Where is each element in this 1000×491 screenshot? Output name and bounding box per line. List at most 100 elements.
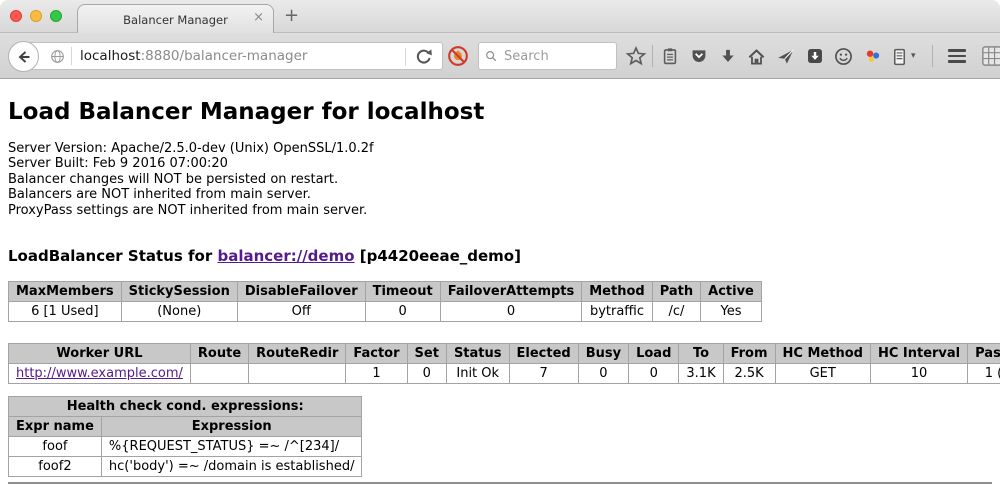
table-cell: 1 bbox=[346, 364, 407, 384]
worker-row: http://www.example.com/ 1 0 Init Ok 7 0 … bbox=[9, 364, 1000, 384]
reload-button[interactable] bbox=[414, 47, 433, 66]
download-box-icon[interactable] bbox=[800, 33, 829, 79]
clipboard-icon[interactable] bbox=[655, 33, 684, 79]
table-cell bbox=[249, 364, 346, 384]
url-reload-divider bbox=[405, 48, 406, 66]
battery-icon[interactable] bbox=[887, 33, 911, 79]
send-icon[interactable] bbox=[771, 33, 800, 79]
expr-name-cell: foof bbox=[9, 437, 102, 457]
tab-title: Balancer Manager bbox=[123, 13, 228, 27]
health-table-title: Health check cond. expressions: bbox=[9, 397, 362, 417]
tab-close-icon[interactable]: × bbox=[253, 11, 264, 24]
pocket-icon[interactable] bbox=[684, 33, 713, 79]
table-header-row: Expr name Expression bbox=[9, 417, 362, 437]
column-header: Active bbox=[701, 282, 762, 302]
new-tab-button[interactable]: + bbox=[284, 5, 299, 26]
search-field bbox=[478, 42, 617, 70]
table-cell: 1 (0) bbox=[968, 364, 1000, 384]
table-title-row: Health check cond. expressions: bbox=[9, 397, 362, 417]
status-heading-suffix: [p4420eeae_demo] bbox=[355, 247, 521, 265]
column-header: FailoverAttempts bbox=[440, 282, 582, 302]
expr-name-cell: foof2 bbox=[9, 457, 102, 477]
column-header: Factor bbox=[346, 344, 407, 364]
url-input[interactable]: localhost:8880/balancer-manager bbox=[23, 42, 443, 70]
minimize-window-button[interactable] bbox=[30, 10, 42, 22]
globe-icon bbox=[50, 49, 65, 64]
table-cell: Yes bbox=[701, 302, 762, 322]
download-icon[interactable] bbox=[713, 33, 742, 79]
table-row: foof2 hc('body') =~ /domain is establish… bbox=[9, 457, 362, 477]
table-row: 6 [1 Used] (None) Off 0 0 bytraffic /c/ … bbox=[9, 302, 762, 322]
smiley-icon[interactable] bbox=[829, 33, 858, 79]
column-header: Set bbox=[407, 344, 446, 364]
bottom-divider bbox=[8, 482, 992, 484]
table-cell: GET bbox=[775, 364, 870, 384]
column-header: Busy bbox=[578, 344, 628, 364]
column-header: MaxMembers bbox=[9, 282, 122, 302]
server-info: Server Version: Apache/2.5.0-dev (Unix) … bbox=[8, 141, 992, 218]
close-window-button[interactable] bbox=[10, 10, 22, 22]
column-header: Path bbox=[652, 282, 700, 302]
health-check-table: Health check cond. expressions: Expr nam… bbox=[8, 396, 362, 477]
table-cell: 2.5K bbox=[723, 364, 775, 384]
toolbar-divider bbox=[652, 45, 653, 67]
balancers-notice-line: Balancers are NOT inherited from main se… bbox=[8, 187, 992, 202]
flashblock-icon[interactable] bbox=[447, 45, 469, 67]
table-row: foof %{REQUEST_STATUS} =~ /^[234]/ bbox=[9, 437, 362, 457]
search-input[interactable] bbox=[502, 48, 610, 65]
table-cell: /c/ bbox=[652, 302, 700, 322]
balancer-demo-link[interactable]: balancer://demo bbox=[217, 247, 354, 265]
url-path: :8880/balancer-manager bbox=[141, 48, 308, 64]
column-header: Load bbox=[629, 344, 679, 364]
tab-bar: Balancer Manager × + bbox=[0, 0, 1000, 33]
status-heading-prefix: LoadBalancer Status for bbox=[8, 247, 217, 265]
back-button[interactable] bbox=[8, 41, 39, 72]
column-header: To bbox=[679, 344, 723, 364]
page-content: Load Balancer Manager for localhost Serv… bbox=[0, 99, 1000, 484]
back-arrow-icon bbox=[15, 48, 33, 66]
status-heading: LoadBalancer Status for balancer://demo … bbox=[8, 247, 992, 265]
column-header: RouteRedir bbox=[249, 344, 346, 364]
menu-icon[interactable] bbox=[942, 33, 971, 79]
url-divider bbox=[71, 47, 72, 65]
column-header: Method bbox=[582, 282, 652, 302]
table-cell: (None) bbox=[121, 302, 237, 322]
home-icon[interactable] bbox=[742, 33, 771, 79]
table-cell bbox=[190, 364, 248, 384]
colored-dots-icon[interactable] bbox=[858, 33, 887, 79]
table-cell: 0 bbox=[365, 302, 440, 322]
column-header: Expr name bbox=[9, 417, 102, 437]
server-built-line: Server Built: Feb 9 2016 07:00:20 bbox=[8, 156, 992, 171]
column-header: From bbox=[723, 344, 775, 364]
window-controls bbox=[10, 10, 62, 22]
table-cell: 10 bbox=[870, 364, 967, 384]
persist-notice-line: Balancer changes will NOT be persisted o… bbox=[8, 172, 992, 187]
table-cell: 0 bbox=[578, 364, 628, 384]
table-cell: 7 bbox=[509, 364, 578, 384]
table-cell: 3.1K bbox=[679, 364, 723, 384]
page-title: Load Balancer Manager for localhost bbox=[8, 99, 992, 125]
navigation-toolbar: localhost:8880/balancer-manager bbox=[0, 33, 1000, 79]
table-header-row: Worker URL Route RouteRedir Factor Set S… bbox=[9, 344, 1000, 364]
column-header: Expression bbox=[101, 417, 362, 437]
column-header: Status bbox=[446, 344, 509, 364]
bookmark-star-icon[interactable] bbox=[621, 33, 650, 79]
balancer-settings-table: MaxMembers StickySession DisableFailover… bbox=[8, 281, 762, 322]
worker-url-link[interactable]: http://www.example.com/ bbox=[16, 366, 183, 381]
table-cell: 0 bbox=[407, 364, 446, 384]
expression-cell: %{REQUEST_STATUS} =~ /^[234]/ bbox=[101, 437, 362, 457]
overflow-caret-icon[interactable]: ▾ bbox=[911, 51, 923, 61]
table-cell: 0 bbox=[440, 302, 582, 322]
url-host: localhost bbox=[80, 48, 141, 64]
table-cell: bytraffic bbox=[582, 302, 652, 322]
grid-icon[interactable] bbox=[977, 33, 1000, 79]
reload-icon bbox=[414, 47, 433, 66]
zoom-window-button[interactable] bbox=[50, 10, 62, 22]
column-header: Elected bbox=[509, 344, 578, 364]
tab-balancer-manager[interactable]: Balancer Manager × bbox=[77, 4, 274, 34]
search-icon bbox=[485, 49, 497, 63]
browser-window: Balancer Manager × + localhost:8880/bala… bbox=[0, 0, 1000, 491]
toolbar-icons: ▾ bbox=[621, 33, 1000, 79]
column-header: Passes bbox=[968, 344, 1000, 364]
column-header: DisableFailover bbox=[237, 282, 365, 302]
